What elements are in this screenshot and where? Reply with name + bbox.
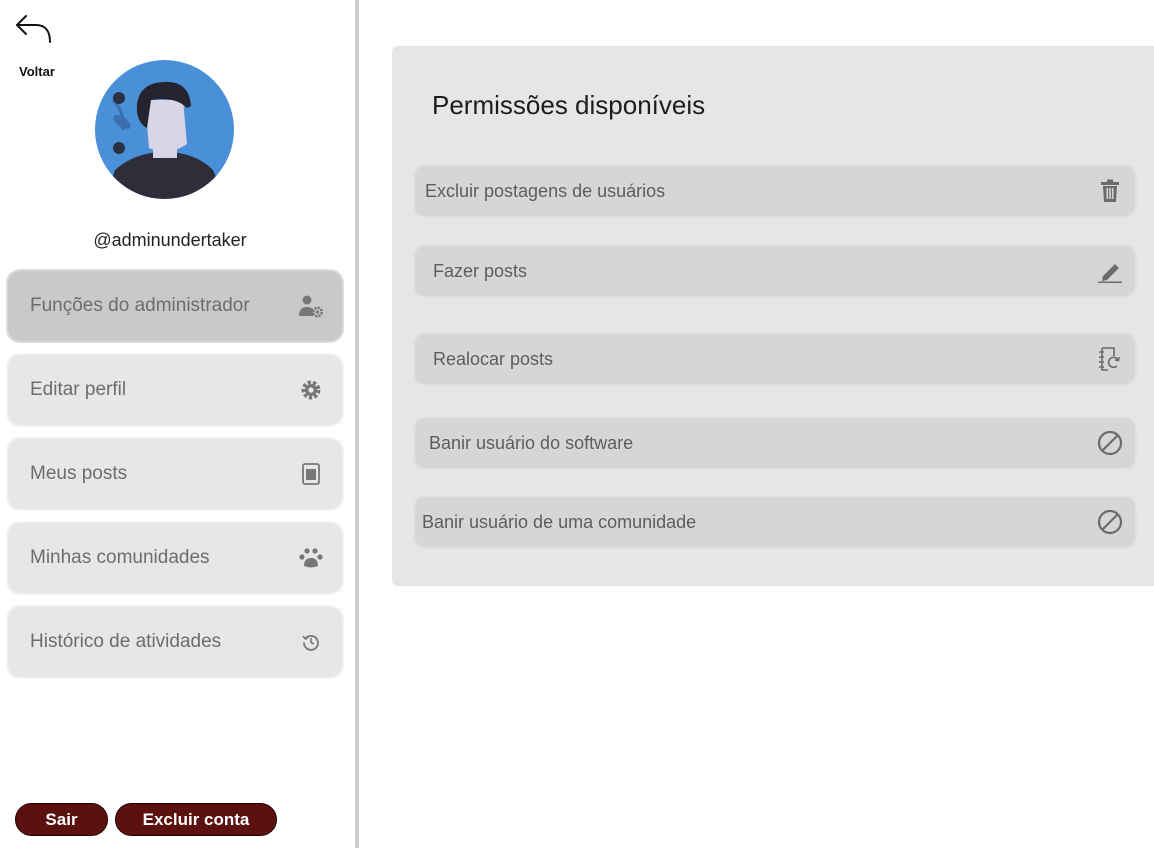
- user-gear-icon: [298, 293, 324, 319]
- permission-ban-from-software[interactable]: Banir usuário do software: [415, 418, 1135, 468]
- delete-account-button[interactable]: Excluir conta: [115, 803, 277, 836]
- history-icon: [298, 629, 324, 655]
- panel-title: Permissões disponíveis: [432, 90, 706, 120]
- ban-icon: [1097, 509, 1123, 535]
- pencil-icon: [1097, 258, 1123, 284]
- permission-label: Banir usuário do software: [429, 432, 634, 453]
- sidebar-divider: [355, 0, 359, 848]
- gear-icon: [298, 377, 324, 403]
- menu-item-label: Meus posts: [30, 463, 128, 484]
- permission-make-posts[interactable]: Fazer posts: [415, 246, 1135, 296]
- permission-label: Realocar posts: [433, 348, 554, 369]
- permission-relocate-posts[interactable]: Realocar posts: [415, 334, 1135, 384]
- menu-item-label: Histórico de atividades: [30, 631, 222, 652]
- sidebar: Voltar @adminundertaker Funções do admin…: [0, 0, 355, 848]
- relocate-icon: [1097, 346, 1123, 372]
- menu-item-my-communities[interactable]: Minhas comunidades: [8, 523, 342, 593]
- menu-item-edit-profile[interactable]: Editar perfil: [8, 355, 342, 425]
- permission-delete-posts[interactable]: Excluir postagens de usuários: [415, 166, 1135, 216]
- document-icon: [298, 461, 324, 487]
- permission-label: Fazer posts: [433, 260, 528, 281]
- username: @adminundertaker: [93, 230, 247, 250]
- permissions-panel: Permissões disponíveis Excluir postagens…: [392, 46, 1154, 586]
- back-label: Voltar: [19, 64, 55, 79]
- menu-item-label: Funções do administrador: [30, 295, 250, 316]
- menu-item-label: Minhas comunidades: [30, 547, 210, 568]
- menu-item-activity-history[interactable]: Histórico de atividades: [8, 607, 342, 677]
- logout-button[interactable]: Sair: [15, 803, 108, 836]
- menu-item-label: Editar perfil: [30, 379, 127, 400]
- menu-item-my-posts[interactable]: Meus posts: [8, 439, 342, 509]
- permission-label: Excluir postagens de usuários: [425, 180, 666, 201]
- permission-label: Banir usuário de uma comunidade: [422, 511, 697, 532]
- permission-ban-from-community[interactable]: Banir usuário de uma comunidade: [415, 497, 1135, 547]
- ban-icon: [1097, 430, 1123, 456]
- back-arrow-icon: [16, 15, 51, 43]
- trash-icon: [1097, 178, 1123, 204]
- back-button[interactable]: Voltar: [14, 12, 58, 79]
- menu-item-admin-functions[interactable]: Funções do administrador: [8, 271, 342, 341]
- paw-icon: [298, 545, 324, 571]
- avatar: [95, 60, 234, 199]
